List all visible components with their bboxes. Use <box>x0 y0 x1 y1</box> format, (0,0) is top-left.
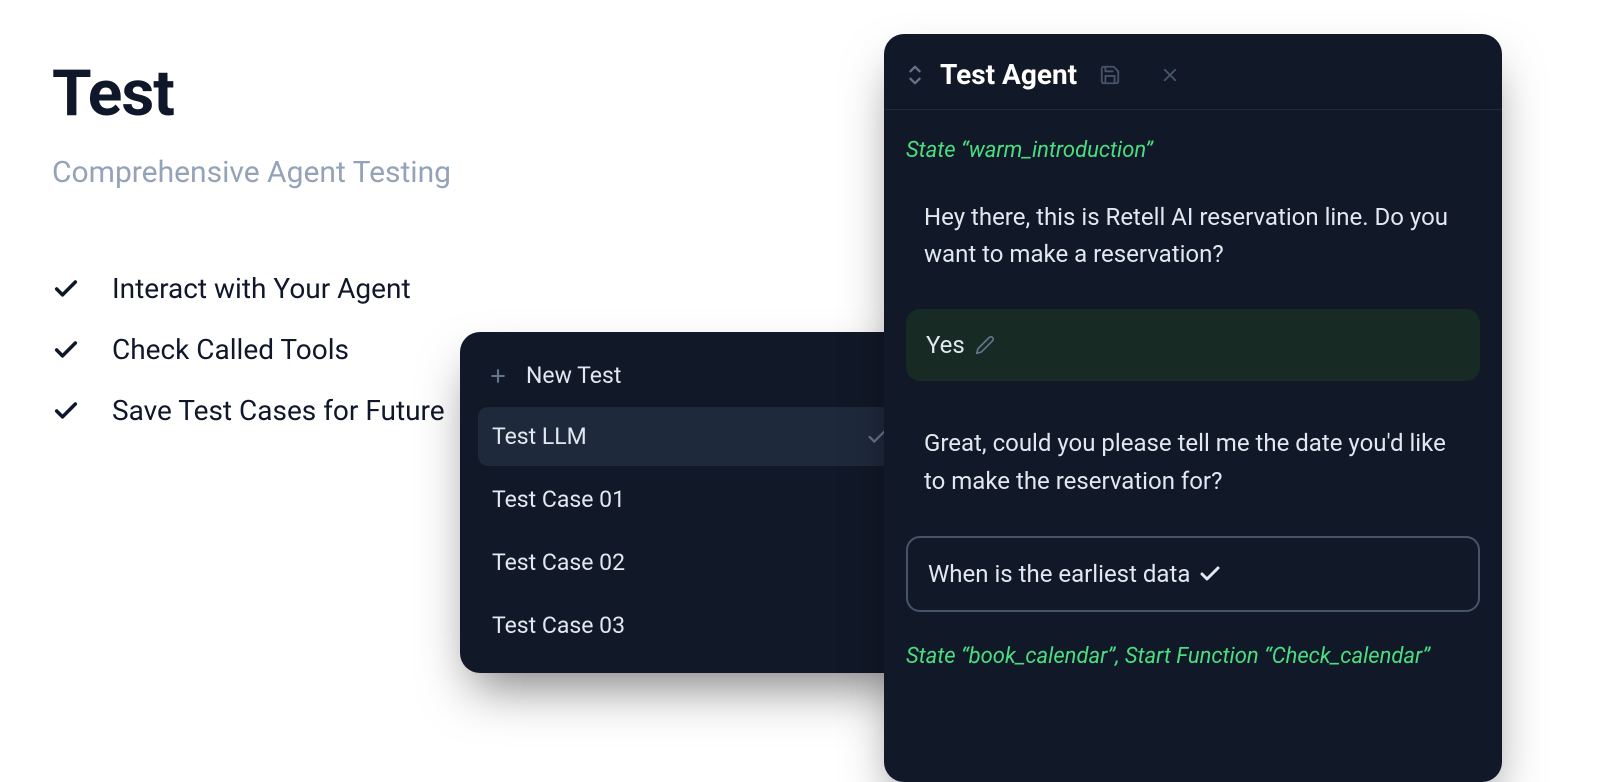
feature-item: Save Test Cases for Future <box>52 394 451 427</box>
user-message-text: Yes <box>926 331 965 359</box>
feature-text: Interact with Your Agent <box>112 272 411 305</box>
agent-panel: Test Agent State “warm_introduction” Hey… <box>884 34 1502 782</box>
test-item-label: Test Case 02 <box>492 549 625 576</box>
plus-icon <box>488 366 508 386</box>
feature-text: Check Called Tools <box>112 333 349 366</box>
new-test-button[interactable]: New Test <box>478 354 902 407</box>
page-title: Test <box>52 56 451 131</box>
page-subtitle: Comprehensive Agent Testing <box>52 155 451 190</box>
agent-body: State “warm_introduction” Hey there, thi… <box>884 110 1502 669</box>
test-item-label: Test Case 01 <box>492 486 625 513</box>
test-item-label: Test Case 03 <box>492 612 625 639</box>
agent-message: Great, could you please tell me the date… <box>906 417 1480 507</box>
left-section: Test Comprehensive Agent Testing Interac… <box>52 56 451 455</box>
agent-message: Hey there, this is Retell AI reservation… <box>906 191 1480 281</box>
feature-item: Interact with Your Agent <box>52 272 451 305</box>
state-label: State “warm_introduction” <box>906 138 1480 163</box>
submit-check-icon[interactable] <box>1198 562 1222 586</box>
input-text: When is the earliest data <box>928 560 1190 588</box>
feature-text: Save Test Cases for Future <box>112 394 445 427</box>
user-input[interactable]: When is the earliest data <box>906 536 1480 612</box>
test-list-item[interactable]: Test Case 03 <box>478 596 902 655</box>
feature-item: Check Called Tools <box>52 333 451 366</box>
test-list-item[interactable]: Test Case 02 <box>478 533 902 592</box>
test-selector-panel: New Test Test LLM Test Case 01 Test Case… <box>460 332 920 673</box>
user-message[interactable]: Yes <box>906 309 1480 381</box>
edit-icon[interactable] <box>975 335 995 355</box>
expand-icon[interactable] <box>906 64 924 86</box>
agent-title: Test Agent <box>940 58 1077 91</box>
state-label: State “book_calendar”, Start Function “C… <box>906 644 1480 669</box>
feature-list: Interact with Your Agent Check Called To… <box>52 272 451 427</box>
check-icon <box>52 275 80 303</box>
new-test-label: New Test <box>526 362 621 389</box>
test-list: Test LLM Test Case 01 Test Case 02 Test … <box>478 407 902 655</box>
agent-header: Test Agent <box>884 34 1502 110</box>
save-icon[interactable] <box>1099 64 1121 86</box>
test-list-item[interactable]: Test LLM <box>478 407 902 466</box>
check-icon <box>52 397 80 425</box>
close-icon[interactable] <box>1161 66 1179 84</box>
test-list-item[interactable]: Test Case 01 <box>478 470 902 529</box>
test-item-label: Test LLM <box>492 423 587 450</box>
check-icon <box>52 336 80 364</box>
